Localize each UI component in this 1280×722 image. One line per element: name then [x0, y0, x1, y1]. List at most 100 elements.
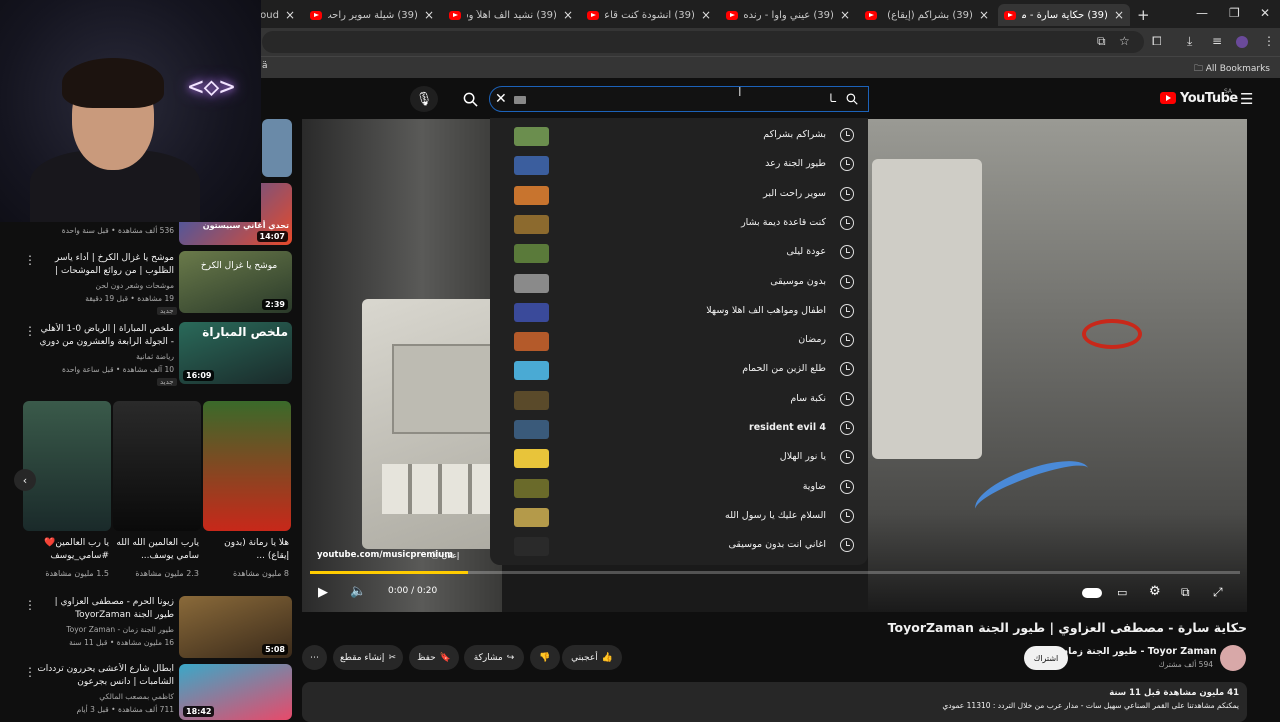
search-button[interactable]: [453, 86, 487, 112]
sidebar-item-channel[interactable]: كاظمي بمصعب المالكي: [36, 691, 174, 702]
voice-search-button[interactable]: 🎙: [410, 86, 438, 112]
more-options-icon[interactable]: ⋮: [24, 598, 36, 612]
sidebar-item-title[interactable]: زيونا الحرم - مصطفى العزاوي | طيور الجنة…: [36, 596, 174, 622]
play-icon[interactable]: ▶: [318, 585, 328, 600]
sidebar-item-channel[interactable]: رياضة ثمانية: [36, 351, 174, 362]
media-icon[interactable]: ≡: [1212, 34, 1222, 48]
suggestion-thumbnail: [514, 185, 549, 205]
volume-icon[interactable]: 🔈: [350, 584, 366, 599]
browser-tab[interactable]: loud×: [255, 4, 301, 26]
sidebar-item-title[interactable]: ملخص المباراة | الرياض 0-1 الأهلي - الجو…: [36, 323, 175, 349]
sidebar-thumb[interactable]: موشح يا غزال الكرخ 2:39: [179, 251, 292, 313]
description-box[interactable]: 41 مليون مشاهدة قبل 11 سنة يمكنكم مشاهدت…: [302, 682, 1247, 722]
more-options-icon[interactable]: ⋮: [24, 253, 36, 267]
shorts-prev-button[interactable]: ‹: [14, 469, 36, 491]
clip-button[interactable]: ✂ إنشاء مقطع: [333, 645, 403, 670]
short-title[interactable]: يارب العالمين الله الله سامي يوسف...: [113, 537, 199, 563]
browser-menu-icon[interactable]: ⋮: [1263, 34, 1275, 48]
close-tab-icon[interactable]: ×: [979, 8, 989, 22]
search-suggestions: بشراكم بشراكم طيور الجنة رعد سوير راحت الب…: [490, 118, 868, 565]
share-button[interactable]: ↪ مشاركة: [464, 645, 524, 670]
sidebar-item-title[interactable]: موشح يا غزال الكرخ | أداء ياسر الظلوب | …: [36, 252, 174, 278]
settings-gear-icon[interactable]: ⚙: [1149, 584, 1161, 599]
channel-avatar[interactable]: [1220, 645, 1246, 671]
search-suggestion[interactable]: نكبة سام: [490, 386, 868, 415]
keyboard-icon[interactable]: [514, 96, 526, 104]
search-suggestion[interactable]: رمضان: [490, 327, 868, 356]
minimize-icon[interactable]: —: [1196, 6, 1208, 20]
browser-tab[interactable]: (39) حكاية سارة - مصطفى×: [998, 4, 1130, 26]
close-tab-icon[interactable]: ×: [1114, 8, 1124, 22]
short-thumb[interactable]: [23, 401, 111, 531]
close-window-icon[interactable]: ✕: [1260, 6, 1270, 20]
subscribe-button[interactable]: اشتراك: [1024, 646, 1068, 670]
short-title[interactable]: هلا يا رمانة (بدون إيقاع) ...: [203, 537, 289, 563]
search-suggestion[interactable]: طلع الزين من الحمام: [490, 356, 868, 385]
more-actions-button[interactable]: ⋯: [302, 645, 327, 670]
new-tab-button[interactable]: +: [1137, 6, 1150, 24]
history-icon: [840, 421, 854, 435]
sidebar-item-channel[interactable]: موشحات وشعر دون لحن: [36, 280, 174, 291]
profile-avatar[interactable]: [1236, 36, 1248, 48]
more-options-icon[interactable]: ⋮: [24, 665, 36, 679]
close-tab-icon[interactable]: ×: [840, 8, 850, 22]
download-icon[interactable]: ⤓: [1187, 34, 1192, 49]
search-suggestion[interactable]: كنت قاعدة ديمة بشار: [490, 210, 868, 239]
browser-tab[interactable]: (39) أنشودة كنت قاعدة طيـ×: [581, 4, 717, 26]
more-options-icon[interactable]: ⋮: [24, 324, 36, 338]
search-suggestion[interactable]: سوير راحت البر: [490, 181, 868, 210]
close-tab-icon[interactable]: ×: [285, 8, 295, 22]
search-suggestion[interactable]: resident evil 4: [490, 415, 868, 444]
search-input[interactable]: ✕ ـا: [489, 86, 869, 112]
search-suggestion[interactable]: يا نور الهلال: [490, 444, 868, 473]
info-icon[interactable]: ⓘ: [431, 551, 442, 560]
search-suggestion[interactable]: اغاني انت بدون موسيقى: [490, 532, 868, 561]
close-tab-icon[interactable]: ×: [701, 8, 711, 22]
search-suggestion[interactable]: اطفال ومواهب الف اهلا وسهلا: [490, 298, 868, 327]
suggestion-text: بشراكم بشراكم: [763, 129, 826, 140]
search-suggestion[interactable]: عودة ليلى: [490, 239, 868, 268]
install-app-icon[interactable]: ⧉: [1097, 34, 1106, 49]
suggestion-thumbnail: [514, 127, 549, 146]
youtube-logo-icon[interactable]: [1160, 92, 1176, 104]
short-thumb[interactable]: [113, 401, 201, 531]
browser-tab[interactable]: (39) نشيد الف اهلاً وسهلاً ال×: [443, 4, 579, 26]
subscriber-count: 594 ألف مشترك: [1158, 660, 1213, 669]
save-button[interactable]: 🔖 حفظ: [409, 645, 459, 670]
like-button[interactable]: 👍 أعجبني: [562, 645, 622, 670]
extensions-icon[interactable]: ⧠: [1152, 34, 1162, 49]
sidebar-thumb[interactable]: ملخص المباراة 16:09: [179, 322, 292, 384]
search-suggestion[interactable]: طيور الجنة رعد: [490, 151, 868, 180]
address-bar[interactable]: [262, 31, 1144, 53]
guide-menu-icon[interactable]: ☰: [1240, 90, 1253, 108]
autoplay-toggle[interactable]: [1082, 588, 1102, 598]
sidebar-thumb-top[interactable]: [262, 119, 292, 177]
search-suggestion[interactable]: ضاوية: [490, 474, 868, 503]
subtitles-icon[interactable]: ▭: [1117, 586, 1127, 599]
channel-name[interactable]: طيور الجنة زمان - Toyor Zaman: [1060, 646, 1217, 657]
microphone-icon: 🎙: [415, 91, 433, 107]
close-tab-icon[interactable]: ×: [424, 8, 434, 22]
browser-tab[interactable]: (39) بشراكم (إيقاع) | طيور×: [859, 4, 995, 26]
short-title[interactable]: يا رب العالمين❤️ #سامي_يوسف: [23, 537, 109, 563]
sidebar-item-channel[interactable]: طيور الجنة زمان - Toyor Zaman: [36, 624, 174, 635]
all-bookmarks-button[interactable]: 🗀 All Bookmarks: [1194, 61, 1270, 77]
miniplayer-icon[interactable]: ⧉: [1181, 585, 1190, 600]
fullscreen-icon[interactable]: ⤢: [1213, 585, 1223, 600]
close-tab-icon[interactable]: ×: [563, 8, 573, 22]
bookmark-star-icon[interactable]: ☆: [1119, 34, 1130, 48]
browser-tab[interactable]: (39) عيني واوا - رنده صلاح×: [720, 4, 856, 26]
dislike-button[interactable]: 👎: [530, 645, 560, 670]
search-suggestion[interactable]: بدون موسيقى: [490, 269, 868, 298]
progress-bar[interactable]: [310, 571, 1240, 574]
search-icon[interactable]: [846, 93, 858, 105]
search-suggestion[interactable]: السلام عليك يا رسول الله: [490, 503, 868, 532]
sidebar-item-title[interactable]: ابطال شارع الأعشى يحررون ترددات الشامبات…: [36, 663, 174, 689]
sidebar-thumb[interactable]: 18:42: [179, 664, 292, 720]
browser-tab[interactable]: (39) شيلة سوير راحت البر×: [304, 4, 440, 26]
restore-icon[interactable]: ❐: [1229, 6, 1240, 20]
short-thumb[interactable]: [203, 401, 291, 531]
clear-search-icon[interactable]: ✕: [495, 91, 507, 107]
search-suggestion[interactable]: بشراكم بشراكم: [490, 122, 868, 151]
sidebar-thumb[interactable]: 5:08: [179, 596, 292, 658]
